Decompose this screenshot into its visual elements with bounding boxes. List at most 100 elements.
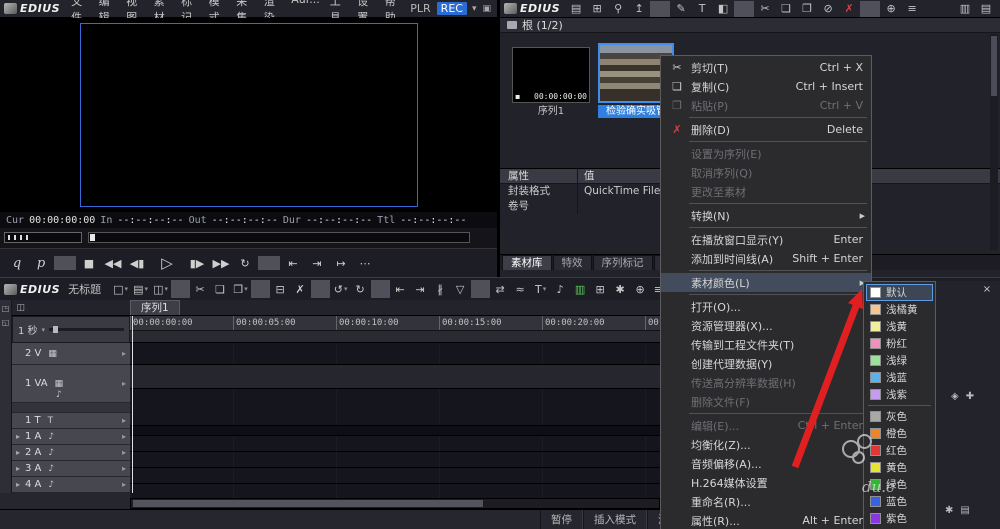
save-project-icon[interactable]: ◫ ▾ [151,280,170,298]
monitor-icon[interactable]: ◧ [713,1,733,17]
color-menu-item[interactable]: 紫色 [866,510,933,527]
context-menu-item[interactable]: 打开(O)... [661,297,871,316]
context-menu-item[interactable]: 取消序列(Q) [661,163,871,182]
track-header[interactable] [12,403,130,413]
track-type-icon[interactable]: T [48,416,54,426]
paste-icon[interactable]: ❐ [797,1,817,17]
color-menu-item[interactable]: 粉红 [866,335,933,352]
context-menu-item[interactable]: ✗ 删除(D) Delete [661,120,871,139]
track-header[interactable]: ▸ 1 A ♪ ▸ [12,429,130,445]
rec-toggle[interactable]: REC [436,2,467,15]
color-menu-item[interactable] [866,403,933,408]
next-edit-icon[interactable]: ↦ [330,253,352,273]
panel-icon[interactable]: ▤ [960,505,969,516]
playhead[interactable] [132,316,133,493]
zoom-slider-thumb[interactable] [53,326,59,333]
new-folder-icon[interactable]: ⊞ [587,1,607,17]
toolbar-icon[interactable] [171,280,191,298]
folder-view-icon[interactable]: ▤ [566,1,586,17]
transport-button[interactable] [54,256,76,270]
context-menu-item[interactable]: ❐ 粘贴(P) Ctrl + V [661,96,871,115]
color-menu-item[interactable]: 黄色 [866,459,933,476]
set-in-icon[interactable]: ⇤ [391,280,410,298]
shuttle-forward-icon[interactable]: p [30,253,52,273]
capture-icon[interactable]: ✎ [671,1,691,17]
delete-icon[interactable]: ✗ [291,280,310,298]
zoom-icon[interactable]: ⊕ [631,280,650,298]
caret-icon[interactable]: ▾ [470,4,479,14]
create-title-icon[interactable]: T [692,1,712,17]
expand-icon[interactable]: ▸ [16,432,22,441]
transport-button[interactable] [258,256,280,270]
panel-icon[interactable]: ✚ [966,391,974,402]
add-marker-icon[interactable]: ▽ [451,280,470,298]
goto-out-icon[interactable]: ⇥ [306,253,328,273]
cut-icon[interactable]: ✂ [755,1,775,17]
chevron-right-icon[interactable]: ▸ [122,379,126,388]
split-view-icon[interactable]: ◫ [17,303,26,313]
track-header[interactable]: 2 V ▦ ▸ [12,343,130,365]
expand-icon[interactable]: ▸ [16,464,22,473]
context-menu-item[interactable]: 编辑(E)... Ctrl + Enter [661,416,871,435]
sequence-tab[interactable]: 序列1 [130,300,180,315]
more-icon[interactable]: ⋯ [354,253,376,273]
link-icon[interactable]: ⊘ [818,1,838,17]
close-icon[interactable]: × [980,284,994,296]
search-icon[interactable]: ⚲ [608,1,628,17]
context-menu-item[interactable]: 素材颜色(L) ▶ [661,273,871,292]
grid-icon[interactable]: ⊞ [591,280,610,298]
delete-icon[interactable]: ✗ [839,1,859,17]
fast-forward-icon[interactable]: ▶▶ [210,253,232,273]
clip-thumbnail[interactable]: ▪ 00:00:00:00 [512,47,590,103]
toolbar-icon[interactable] [650,0,671,17]
chevron-right-icon[interactable]: ▸ [122,349,126,358]
context-menu-item[interactable]: 添加到时间线(A) Shift + Enter [661,249,871,268]
context-menu-item[interactable]: 删除文件(F) [661,392,871,411]
context-menu-item[interactable]: H.264媒体设置 [661,473,871,492]
expand-icon[interactable]: ▸ [16,448,22,457]
chevron-right-icon[interactable]: ▸ [122,416,126,425]
copy-icon[interactable]: ❏ [776,1,796,17]
jog-control[interactable] [4,232,82,243]
up-folder-icon[interactable]: ↥ [629,1,649,17]
track-header[interactable]: 1 T T ▸ [12,413,130,429]
color-menu-item[interactable]: 红色 [866,442,933,459]
expand-icon[interactable]: ▸ [16,480,22,489]
context-menu-item[interactable]: 均衡化(Z)... [661,435,871,454]
redo-icon[interactable]: ↻ [351,280,370,298]
timeline-zoom-control[interactable]: 1 秒 ▾ [12,316,130,343]
open-project-icon[interactable]: ▤ ▾ [131,280,150,298]
set-out-icon[interactable]: ⇥ [411,280,430,298]
loop-icon[interactable]: ↻ [234,253,256,273]
audio-mixer-icon[interactable]: ▥ [571,280,590,298]
mode-icon[interactable]: ⇄ [491,280,510,298]
context-menu-item[interactable]: 创建代理数据(Y) [661,354,871,373]
context-menu-item[interactable]: 属性(R)... Alt + Enter [661,511,871,529]
context-menu-item[interactable]: ✂ 剪切(T) Ctrl + X [661,58,871,77]
track-type-icon[interactable]: ♪ [48,480,54,490]
layout-icon[interactable]: ▣ [480,4,493,14]
play-icon[interactable]: ▷ [150,253,184,273]
zoom-slider[interactable] [49,326,124,333]
position-thumb[interactable] [90,234,95,241]
context-menu-item[interactable]: 传送高分辨率数据(H) [661,373,871,392]
context-menu-item[interactable]: 重命名(R)... [661,492,871,511]
plr-toggle[interactable]: PLR [407,2,433,15]
color-menu-item[interactable]: 浅蓝 [866,369,933,386]
toolbar-icon[interactable] [471,280,491,298]
scrollbar-thumb[interactable] [991,36,997,96]
track-audio-icon[interactable]: ♪ [56,390,62,400]
context-menu-item[interactable]: 音频偏移(A)... [661,454,871,473]
undo-icon[interactable]: ↺ ▾ [331,280,350,298]
properties-icon[interactable]: ≡ [902,1,922,17]
track-type-icon[interactable]: ▦ [48,349,57,359]
tools-icon[interactable]: ✱ [611,280,630,298]
prev-frame-icon[interactable]: ◀▮ [126,253,148,273]
context-menu-item[interactable]: 设置为序列(E) [661,144,871,163]
track-header[interactable]: ▸ 3 A ♪ ▸ [12,461,130,477]
track-header[interactable]: ▸ 2 A ♪ ▸ [12,445,130,461]
context-menu-item[interactable]: 转换(N) ▶ [661,206,871,225]
bin-tab[interactable]: 序列标记 [592,255,653,270]
folder-path-bar[interactable]: 根 (1/2) [500,18,1000,33]
toolbar-icon[interactable] [860,0,881,17]
